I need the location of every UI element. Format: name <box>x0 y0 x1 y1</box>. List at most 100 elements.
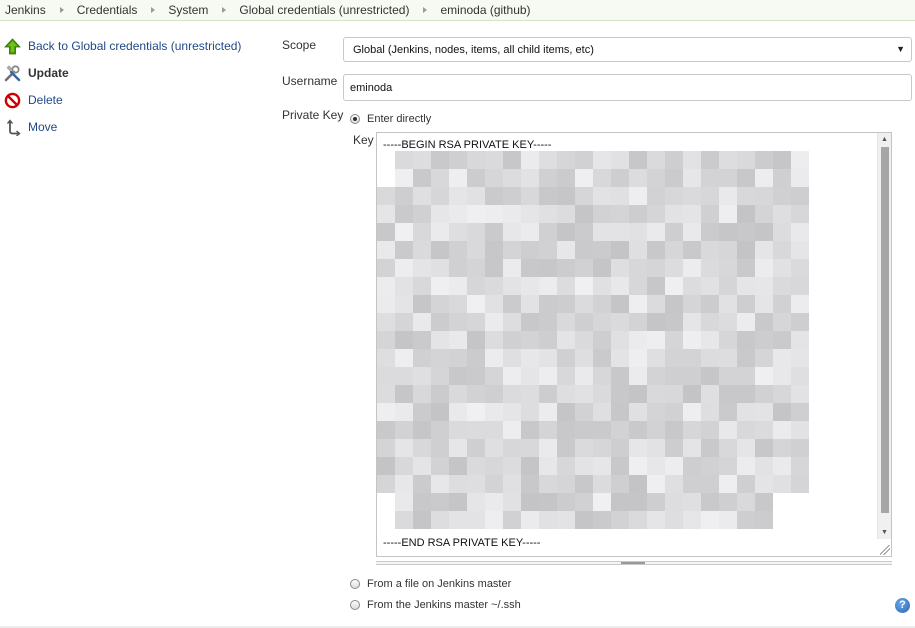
redaction-cell <box>503 331 521 349</box>
username-input[interactable]: eminoda <box>343 74 912 101</box>
enter-directly-option[interactable]: Enter directly <box>350 113 431 125</box>
redaction-cell <box>521 151 539 169</box>
redaction-cell <box>485 475 503 493</box>
redaction-cell <box>395 385 413 403</box>
redaction-cell <box>683 493 701 511</box>
move-task[interactable]: Move <box>4 118 57 137</box>
redaction-cell <box>503 205 521 223</box>
no-entry-icon <box>4 92 21 109</box>
redaction-cell <box>521 349 539 367</box>
redaction-cell <box>521 259 539 277</box>
redaction-cell <box>485 439 503 457</box>
redaction-cell <box>701 187 719 205</box>
update-link[interactable]: Update <box>28 66 69 80</box>
breadcrumb-global-credentials[interactable]: Global credentials (unrestricted) <box>239 3 409 17</box>
redaction-cell <box>665 223 683 241</box>
from-file-option[interactable]: From a file on Jenkins master <box>350 578 511 590</box>
username-value: eminoda <box>350 81 393 94</box>
redaction-cell <box>431 295 449 313</box>
redaction-cell <box>719 349 737 367</box>
redaction-cell <box>683 151 701 169</box>
redaction-cell <box>575 367 593 385</box>
breadcrumb-separator-icon[interactable] <box>222 7 227 13</box>
redaction-cell <box>377 259 395 277</box>
redaction-cell <box>539 223 557 241</box>
move-link[interactable]: Move <box>28 120 57 134</box>
redaction-cell <box>791 439 809 457</box>
update-task[interactable]: Update <box>4 64 69 82</box>
breadcrumb-separator-icon[interactable] <box>59 7 64 13</box>
redaction-cell <box>557 295 575 313</box>
redaction-cell <box>701 331 719 349</box>
redaction-cell <box>503 493 521 511</box>
redaction-cell <box>665 421 683 439</box>
redaction-cell <box>575 187 593 205</box>
scroll-down-arrow-icon[interactable]: ▼ <box>878 526 891 539</box>
redaction-cell <box>647 493 665 511</box>
textarea-scrollbar[interactable]: ▲ ▼ <box>877 133 891 539</box>
redaction-cell <box>449 457 467 475</box>
redaction-cell <box>593 169 611 187</box>
scroll-up-arrow-icon[interactable]: ▲ <box>878 133 891 146</box>
redaction-cell <box>503 295 521 313</box>
redaction-cell <box>377 385 395 403</box>
redaction-cell <box>431 475 449 493</box>
redaction-cell <box>791 349 809 367</box>
redaction-cell <box>395 277 413 295</box>
redaction-cell <box>467 457 485 475</box>
redaction-cell <box>665 349 683 367</box>
breadcrumb-separator-icon[interactable] <box>423 7 428 13</box>
textarea-resize-handle[interactable] <box>376 561 892 565</box>
redaction-cell <box>683 475 701 493</box>
redaction-cell <box>485 403 503 421</box>
from-ssh-radio[interactable] <box>350 600 360 610</box>
from-ssh-option[interactable]: From the Jenkins master ~/.ssh <box>350 599 521 611</box>
key-label: Key <box>353 133 374 147</box>
breadcrumb-system[interactable]: System <box>168 3 208 17</box>
redaction-cell <box>791 259 809 277</box>
redaction-cell <box>575 511 593 529</box>
private-key-textarea[interactable]: -----BEGIN RSA PRIVATE KEY----- -----END… <box>376 132 892 557</box>
redaction-cell <box>629 493 647 511</box>
breadcrumb-credentials[interactable]: Credentials <box>77 3 138 17</box>
redaction-cell <box>755 187 773 205</box>
redaction-cell <box>629 313 647 331</box>
resize-grip-icon[interactable] <box>880 545 890 555</box>
redaction-cell <box>773 385 791 403</box>
redaction-cell <box>773 151 791 169</box>
redaction-cell <box>557 277 575 295</box>
redaction-cell <box>449 277 467 295</box>
redaction-cell <box>773 331 791 349</box>
redaction-cell <box>593 223 611 241</box>
scope-select[interactable]: Global (Jenkins, nodes, items, all child… <box>343 37 912 62</box>
redaction-cell <box>431 511 449 529</box>
redaction-cell <box>377 205 395 223</box>
redaction-cell <box>539 277 557 295</box>
redaction-cell <box>485 385 503 403</box>
redaction-cell <box>431 385 449 403</box>
help-icon[interactable]: ? <box>895 598 910 613</box>
breadcrumb-separator-icon[interactable] <box>151 7 156 13</box>
redaction-cell <box>557 223 575 241</box>
redaction-cell <box>683 169 701 187</box>
redaction-cell <box>557 205 575 223</box>
delete-link[interactable]: Delete <box>28 93 63 107</box>
redaction-cell <box>593 277 611 295</box>
from-file-radio[interactable] <box>350 579 360 589</box>
delete-task[interactable]: Delete <box>4 91 63 109</box>
redaction-cell <box>413 313 431 331</box>
redaction-cell <box>683 259 701 277</box>
breadcrumb-jenkins[interactable]: Jenkins <box>5 3 46 17</box>
key-end-line: -----END RSA PRIVATE KEY----- <box>383 537 541 549</box>
redaction-cell <box>737 169 755 187</box>
redaction-cell <box>683 313 701 331</box>
redaction-cell <box>539 403 557 421</box>
back-task[interactable]: Back to Global credentials (unrestricted… <box>4 37 241 55</box>
redaction-cell <box>575 277 593 295</box>
breadcrumb-current-credential[interactable]: eminoda (github) <box>440 3 530 17</box>
enter-directly-radio[interactable] <box>350 114 360 124</box>
enter-directly-label: Enter directly <box>367 113 432 125</box>
scrollbar-thumb[interactable] <box>881 147 889 513</box>
redaction-cell <box>449 187 467 205</box>
back-link[interactable]: Back to Global credentials (unrestricted… <box>28 39 241 53</box>
